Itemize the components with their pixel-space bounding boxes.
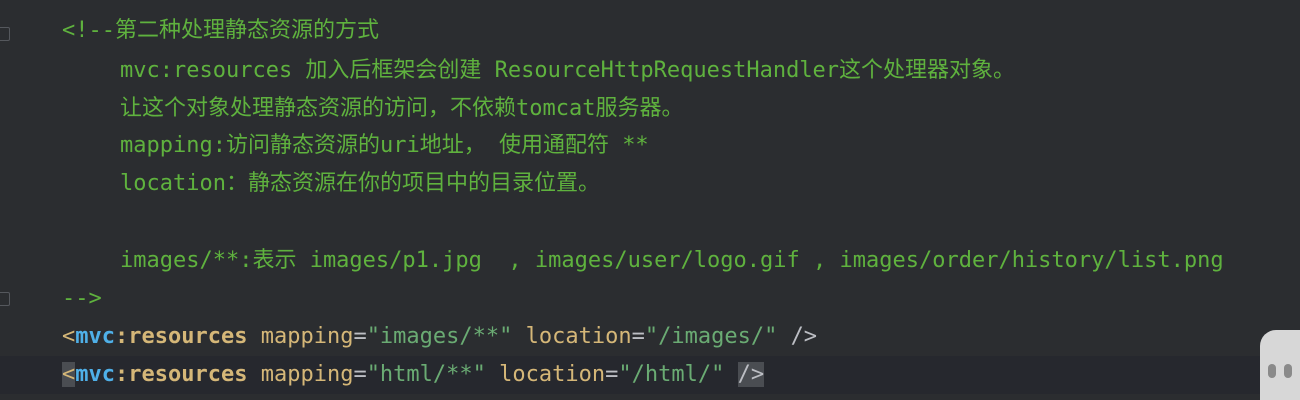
- xml-element: <mvc:resources mapping="images/**" locat…: [62, 324, 818, 349]
- tag-colon: :: [115, 324, 129, 349]
- attribute-value: "html/**": [366, 362, 486, 387]
- comment-text: mvc:resources 加入后框架会创建 ResourceHttpReque…: [120, 58, 1016, 83]
- comment-text: images/**:表示 images/p1.jpg , images/user…: [120, 248, 1224, 273]
- tag-close: />: [790, 324, 818, 349]
- comment-open: <!--第二种处理静态资源的方式: [62, 18, 379, 43]
- code-editor[interactable]: <!--第二种处理静态资源的方式 mvc:resources 加入后框架会创建 …: [0, 0, 1300, 400]
- code-line[interactable]: <!--第二种处理静态资源的方式: [0, 12, 1300, 50]
- xml-element: <mvc:resources mapping="html/**" locatio…: [62, 362, 765, 387]
- comment-text: location：静态资源在你的项目中的目录位置。: [120, 171, 600, 196]
- code-line[interactable]: images/**:表示 images/p1.jpg , images/user…: [0, 242, 1300, 280]
- comment-text: mapping:访问静态资源的uri地址， 使用通配符 **: [120, 133, 649, 158]
- tag-namespace: mvc: [75, 362, 115, 387]
- comment-close: -->: [62, 286, 102, 311]
- tag-bracket: <: [62, 362, 76, 387]
- code-line[interactable]: -->: [0, 280, 1300, 318]
- code-line[interactable]: location：静态资源在你的项目中的目录位置。: [0, 165, 1300, 203]
- code-line[interactable]: mvc:resources 加入后框架会创建 ResourceHttpReque…: [0, 52, 1300, 90]
- code-line-current[interactable]: <mvc:resources mapping="html/**" locatio…: [0, 356, 1300, 394]
- attribute-name: mapping: [260, 324, 354, 349]
- attribute-value: "/html/": [618, 362, 725, 387]
- code-line[interactable]: mapping:访问静态资源的uri地址， 使用通配符 **: [0, 127, 1300, 165]
- attribute-name: location: [499, 362, 606, 387]
- comment-text: 让这个对象处理静态资源的访问，不依赖tomcat服务器。: [120, 96, 684, 121]
- tag-close: />: [737, 362, 765, 387]
- attribute-value: "/images/": [644, 324, 778, 349]
- attribute-name: mapping: [260, 362, 354, 387]
- webcam-avatar-icon: [1260, 330, 1300, 400]
- code-line[interactable]: <mvc:resources mapping="images/**" locat…: [0, 318, 1300, 356]
- code-line[interactable]: [0, 203, 1300, 241]
- tag-name: resources: [128, 362, 248, 387]
- tag-namespace: mvc: [75, 324, 115, 349]
- attribute-name: location: [525, 324, 632, 349]
- tag-bracket: <: [62, 324, 76, 349]
- tag-colon: :: [115, 362, 129, 387]
- code-line[interactable]: 让这个对象处理静态资源的访问，不依赖tomcat服务器。: [0, 90, 1300, 128]
- tag-name: resources: [128, 324, 248, 349]
- attribute-value: "images/**": [366, 324, 513, 349]
